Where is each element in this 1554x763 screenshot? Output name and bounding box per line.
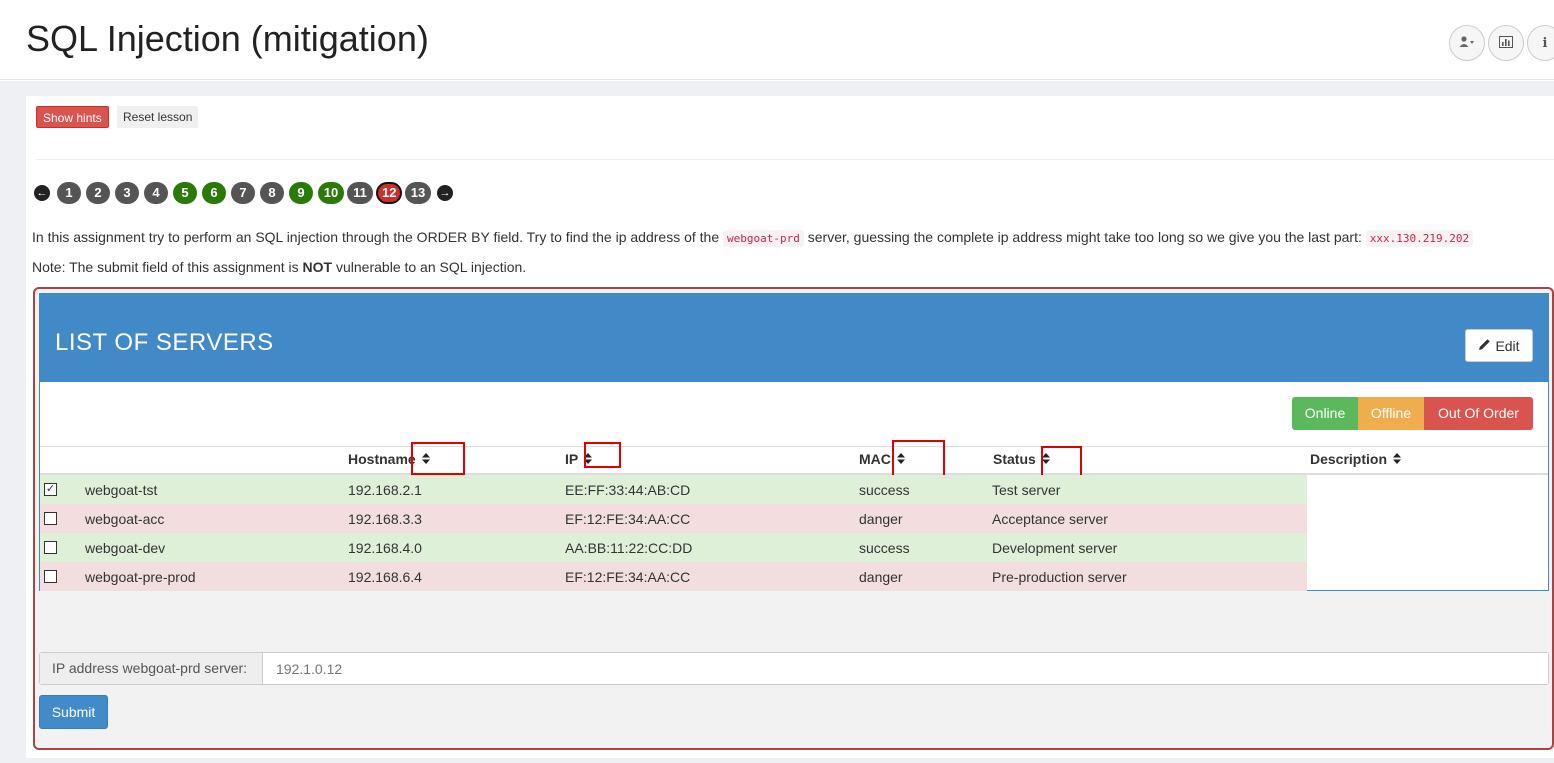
previous-page-icon[interactable]: ← <box>34 185 50 201</box>
hostname-cell: webgoat-tst <box>85 482 158 498</box>
row-checkbox[interactable]: ✓ <box>44 483 57 496</box>
note-text: Note: The submit field of this assignmen… <box>32 259 303 275</box>
description-cell: Test server <box>992 482 1061 498</box>
page-link-8[interactable]: 8 <box>260 182 284 204</box>
sort-icon <box>1393 453 1402 467</box>
submit-button[interactable]: Submit <box>39 695 108 729</box>
show-hints-button[interactable]: Show hints <box>36 106 109 128</box>
page-link-7[interactable]: 7 <box>231 182 255 204</box>
ip-label: IP <box>565 451 579 467</box>
row-checkbox[interactable] <box>44 541 57 554</box>
page-link-10[interactable]: 10 <box>318 182 344 204</box>
mac-cell: EF:12:FE:34:AA:CC <box>565 511 691 527</box>
ip-input-group: IP address webgoat-prd server: <box>39 652 1549 685</box>
out-of-order-button[interactable]: Out Of Order <box>1424 397 1533 430</box>
column-header-description[interactable]: Description <box>1310 451 1402 467</box>
ip-cell: 192.168.4.0 <box>348 540 422 556</box>
page-link-5[interactable]: 5 <box>173 182 197 204</box>
edit-button[interactable]: Edit <box>1465 329 1533 362</box>
mac-cell: AA:BB:11:22:CC:DD <box>565 540 693 556</box>
divider <box>36 159 1554 160</box>
pencil-icon <box>1478 338 1491 354</box>
next-page-icon[interactable]: → <box>437 185 453 201</box>
mac-cell: EE:FF:33:44:AB:CD <box>565 482 691 498</box>
annotation-box <box>892 440 945 477</box>
page-header: SQL Injection (mitigation) i <box>0 0 1554 80</box>
description-cell: Development server <box>992 540 1118 556</box>
assignment-description: In this assignment try to perform an SQL… <box>32 229 1474 247</box>
status-cell: success <box>859 540 910 556</box>
offline-button[interactable]: Offline <box>1358 397 1424 430</box>
status-cell: danger <box>859 569 903 585</box>
hostname-cell: webgoat-dev <box>85 540 166 556</box>
ip-suffix-code: xxx.130.219.202 <box>1365 230 1474 247</box>
note-text-2: vulnerable to an SQL injection. <box>332 259 527 275</box>
servers-title: LIST OF SERVERS <box>55 329 274 356</box>
status-label: Status <box>993 451 1036 467</box>
table-row: webgoat-dev 192.168.4.0 AA:BB:11:22:CC:D… <box>40 533 1307 562</box>
page-link-2[interactable]: 2 <box>86 182 110 204</box>
reset-lesson-button[interactable]: Reset lesson <box>117 106 199 128</box>
mac-cell: EF:12:FE:34:AA:CC <box>565 569 691 585</box>
ip-address-input[interactable] <box>264 653 1548 684</box>
page-link-11[interactable]: 11 <box>347 182 373 204</box>
chart-icon <box>1499 35 1513 51</box>
ip-cell: 192.168.2.1 <box>348 482 422 498</box>
online-button[interactable]: Online <box>1292 397 1358 430</box>
status-cell: success <box>859 482 910 498</box>
ip-cell: 192.168.3.3 <box>348 511 422 527</box>
table-row: ✓ webgoat-tst 192.168.2.1 EE:FF:33:44:AB… <box>40 475 1307 504</box>
description-cell: Acceptance server <box>992 511 1108 527</box>
report-card-button[interactable] <box>1488 25 1524 61</box>
user-icon <box>1459 35 1475 51</box>
page-link-3[interactable]: 3 <box>115 182 139 204</box>
user-menu-button[interactable] <box>1449 25 1485 61</box>
about-button[interactable]: i <box>1527 25 1554 61</box>
table-row: webgoat-pre-prod 192.168.6.4 EF:12:FE:34… <box>40 562 1307 591</box>
server-name-code: webgoat-prd <box>723 230 804 247</box>
status-cell: danger <box>859 511 903 527</box>
description-text-2: server, guessing the complete ip address… <box>803 229 1366 245</box>
description-label: Description <box>1310 451 1388 467</box>
page-link-6[interactable]: 6 <box>202 182 226 204</box>
page-link-9[interactable]: 9 <box>289 182 313 204</box>
table-top-border <box>40 446 1548 447</box>
edit-label: Edit <box>1495 337 1520 354</box>
page-link-12-current[interactable]: 12 <box>376 182 403 204</box>
note-bold: NOT <box>302 259 333 275</box>
page-link-1[interactable]: 1 <box>57 182 81 204</box>
ip-cell: 192.168.6.4 <box>348 569 422 585</box>
ip-input-label: IP address webgoat-prd server: <box>40 653 263 684</box>
hostname-cell: webgoat-pre-prod <box>85 569 196 585</box>
page-title: SQL Injection (mitigation) <box>26 18 429 59</box>
row-checkbox[interactable] <box>44 512 57 525</box>
mac-label: MAC <box>859 451 891 467</box>
assignment-note: Note: The submit field of this assignmen… <box>32 259 526 275</box>
hostname-cell: webgoat-acc <box>85 511 165 527</box>
info-icon: i <box>1542 35 1548 51</box>
row-checkbox[interactable] <box>44 570 57 583</box>
table-row: webgoat-acc 192.168.3.3 EF:12:FE:34:AA:C… <box>40 504 1307 533</box>
annotation-box <box>584 442 621 468</box>
page-link-4[interactable]: 4 <box>144 182 168 204</box>
annotation-box <box>411 442 465 475</box>
description-text: In this assignment try to perform an SQL… <box>32 229 724 245</box>
page-link-13[interactable]: 13 <box>405 182 431 204</box>
description-cell: Pre-production server <box>992 569 1127 585</box>
hostname-label: Hostname <box>348 451 416 467</box>
